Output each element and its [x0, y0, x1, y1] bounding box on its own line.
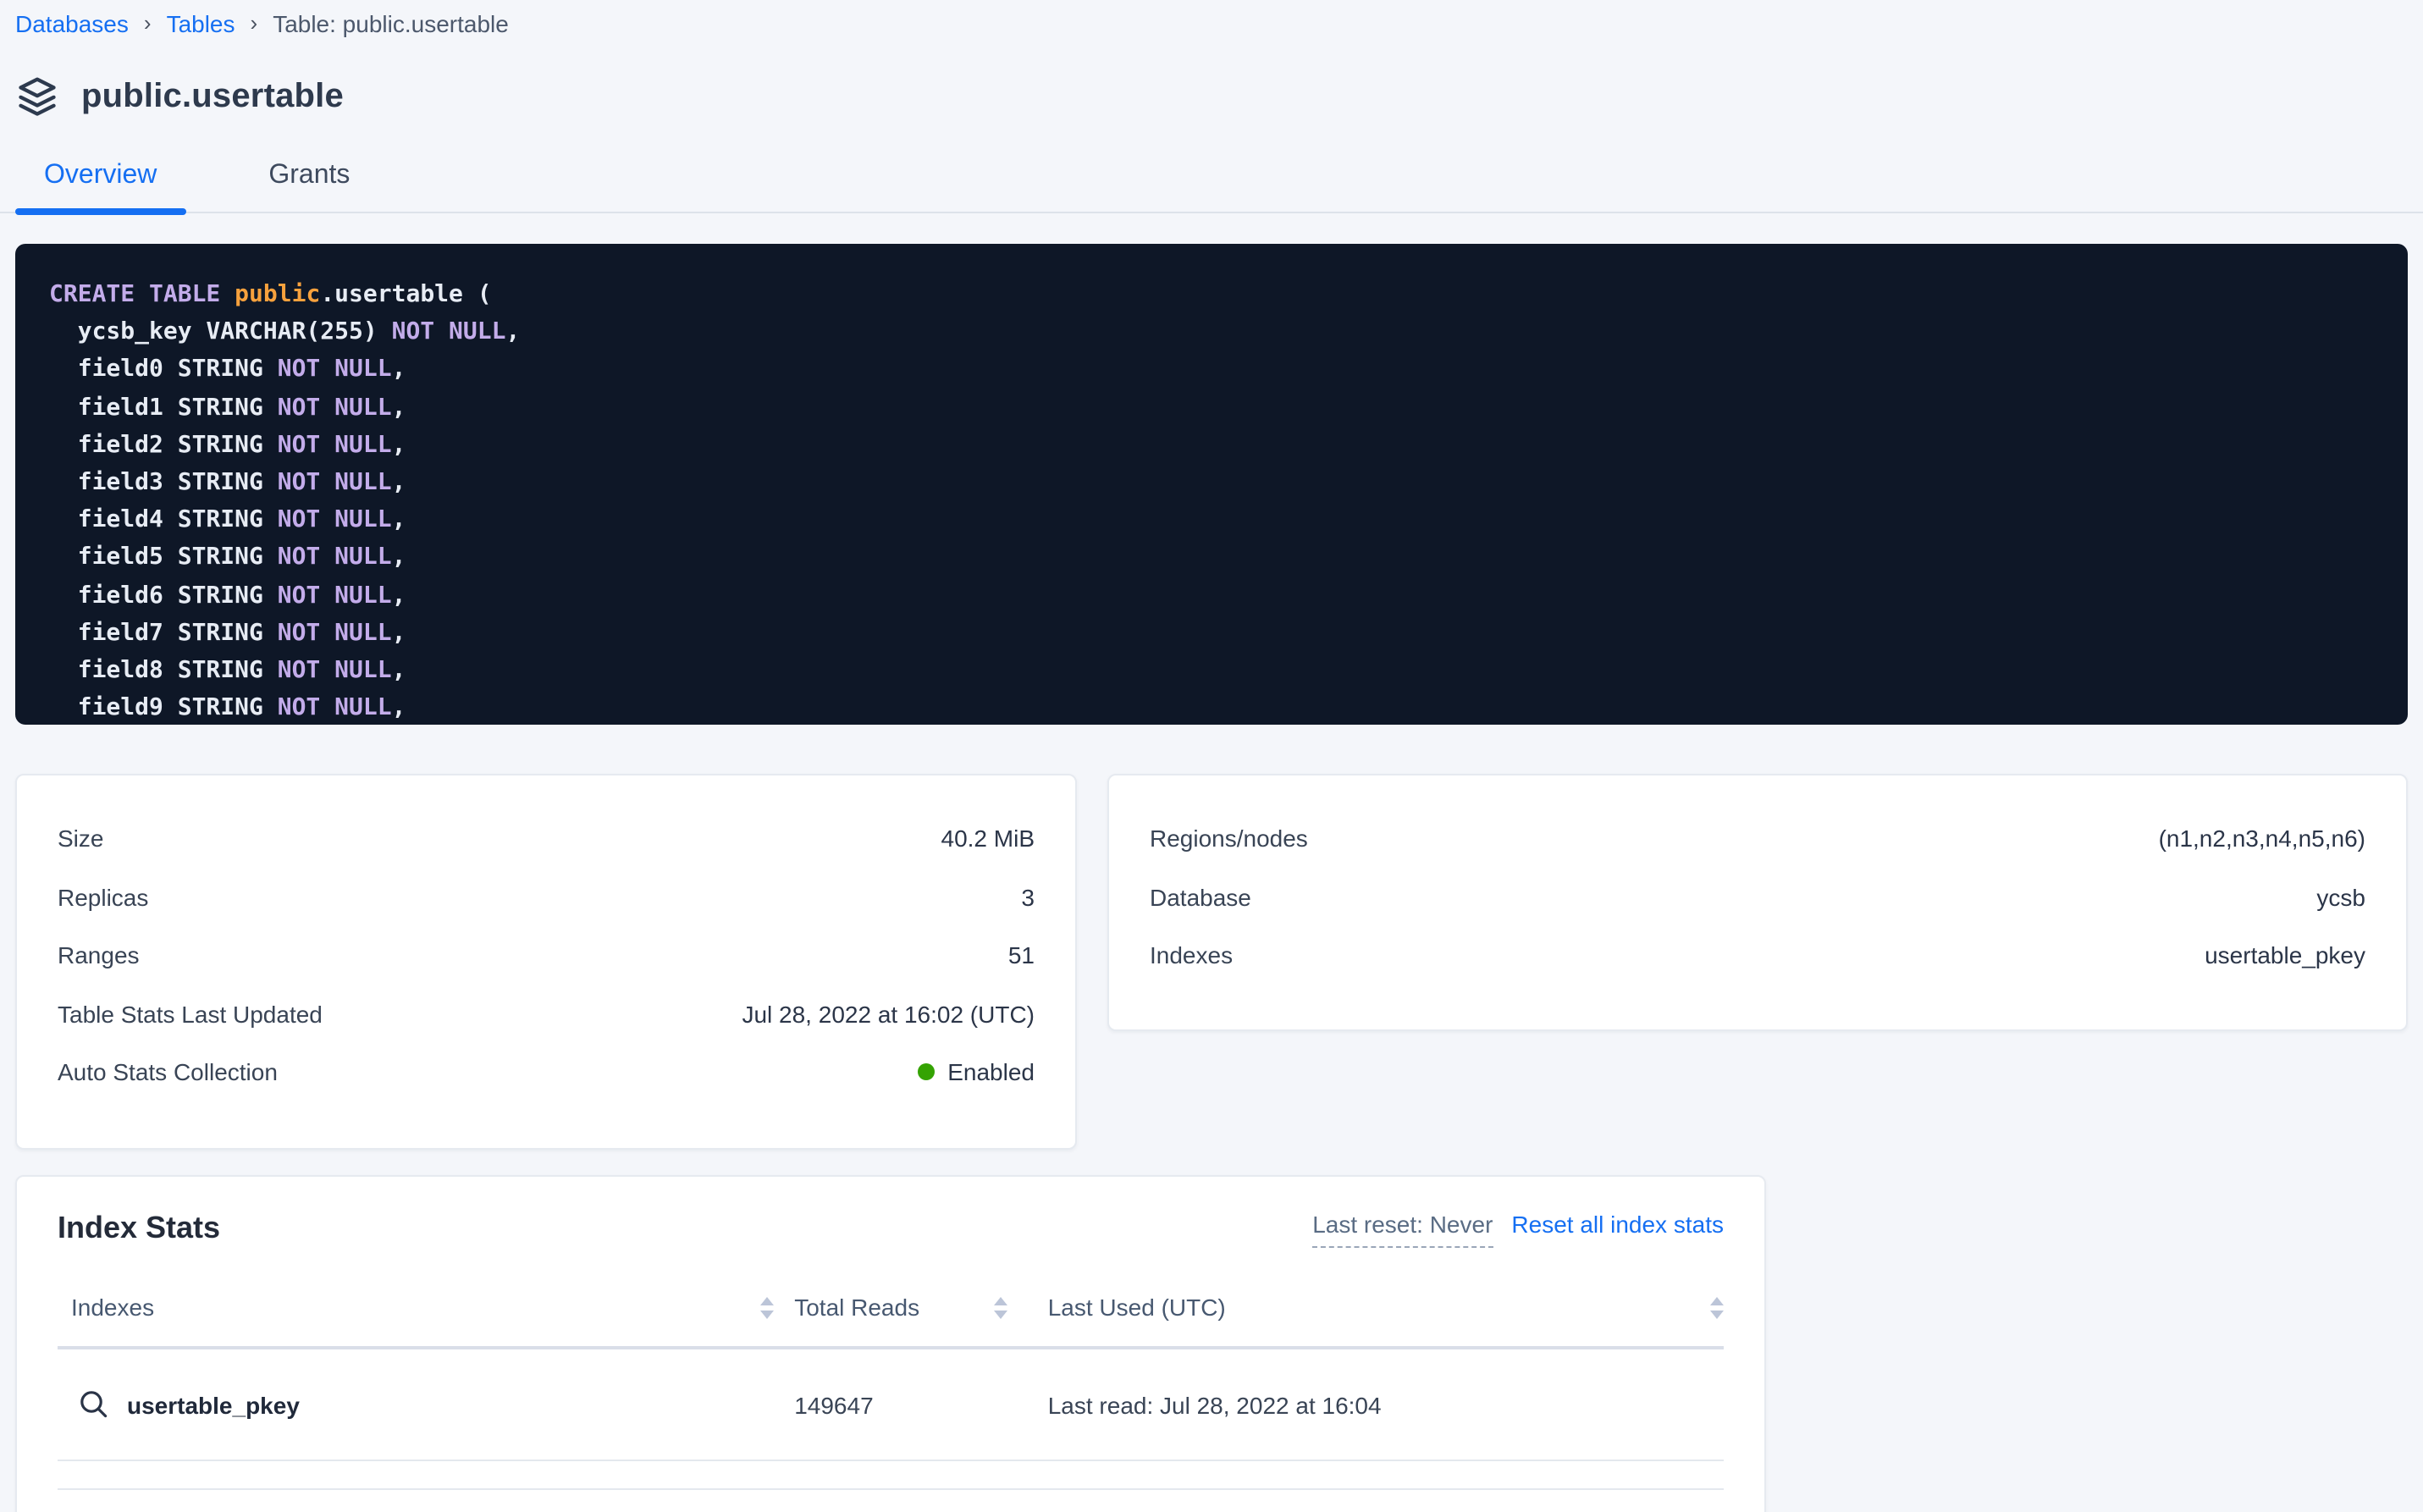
page-title: public.usertable [81, 77, 344, 116]
stat-label: Regions/nodes [1150, 825, 1308, 853]
stat-label: Replicas [58, 884, 148, 911]
stat-row-database: Database ycsb [1150, 868, 2365, 926]
stat-value: usertable_pkey [2205, 942, 2365, 969]
last-used-cell: Last read: Jul 28, 2022 at 16:04 [1007, 1391, 1724, 1418]
status-badge: Enabled [917, 1059, 1035, 1086]
code-line: field2 STRING NOT NULL, [49, 427, 2374, 464]
stat-row-replicas: Replicas 3 [58, 868, 1035, 926]
stat-row-auto-stats: Auto Stats Collection Enabled [58, 1043, 1035, 1101]
stat-label: Indexes [1150, 942, 1233, 969]
breadcrumb-link-databases[interactable]: Databases [15, 10, 129, 37]
index-stats-header: Index Stats Last reset: Never Reset all … [58, 1211, 1724, 1248]
breadcrumb-separator-icon: › [235, 10, 273, 37]
reset-all-index-stats-link[interactable]: Reset all index stats [1511, 1211, 1724, 1238]
table-header-row: Indexes Total Reads Last Used (UTC) [58, 1268, 1724, 1349]
code-line: field4 STRING NOT NULL, [49, 501, 2374, 538]
code-line: ycsb_key VARCHAR(255) NOT NULL, [49, 313, 2374, 350]
stat-row-size: Size 40.2 MiB [58, 809, 1035, 868]
table-details-card: Regions/nodes (n1,n2,n3,n4,n5,n6) Databa… [1107, 774, 2408, 1031]
breadcrumb-separator-icon: › [129, 10, 167, 37]
sort-icon[interactable] [994, 1296, 1007, 1318]
index-name-cell[interactable]: usertable_pkey [58, 1388, 774, 1421]
create-table-statement: CREATE TABLE public.usertable ( ycsb_key… [15, 244, 2408, 725]
table-details-page: Databases › Tables › Table: public.usert… [0, 0, 2423, 1512]
column-header-last-used[interactable]: Last Used (UTC) [1007, 1294, 1724, 1321]
stat-row-stats-updated: Table Stats Last Updated Jul 28, 2022 at… [58, 985, 1035, 1043]
sort-icon[interactable] [1710, 1296, 1724, 1318]
column-header-label: Indexes [71, 1294, 154, 1321]
code-line: field7 STRING NOT NULL, [49, 615, 2374, 652]
tab-overview[interactable]: Overview [15, 147, 185, 213]
stat-value: 51 [1008, 942, 1035, 969]
search-icon [78, 1388, 110, 1421]
stat-value: 40.2 MiB [941, 825, 1035, 853]
stat-row-regions: Regions/nodes (n1,n2,n3,n4,n5,n6) [1150, 809, 2365, 868]
stat-label: Database [1150, 884, 1251, 911]
stat-row-indexes: Indexes usertable_pkey [1150, 926, 2365, 985]
code-line: field9 STRING NOT NULL, [49, 689, 2374, 725]
stat-value: (n1,n2,n3,n4,n5,n6) [2159, 825, 2365, 853]
tab-grants[interactable]: Grants [240, 147, 378, 213]
last-reset-label[interactable]: Last reset: Never [1312, 1211, 1493, 1248]
status-dot [917, 1064, 934, 1081]
tab-bar: Overview Grants [15, 147, 2408, 213]
overview-cards: Size 40.2 MiB Replicas 3 Ranges 51 Table… [15, 774, 2408, 1150]
table-row[interactable]: usertable_pkey 149647 Last read: Jul 28,… [58, 1349, 1724, 1461]
stat-value: Jul 28, 2022 at 16:02 (UTC) [742, 1001, 1035, 1028]
code-line: field1 STRING NOT NULL, [49, 389, 2374, 426]
total-reads-cell: 149647 [774, 1391, 1007, 1418]
stat-label: Auto Stats Collection [58, 1059, 278, 1086]
code-line: field8 STRING NOT NULL, [49, 652, 2374, 689]
stat-label: Ranges [58, 942, 140, 969]
stat-value: 3 [1021, 884, 1035, 911]
code-line: field3 STRING NOT NULL, [49, 464, 2374, 501]
sort-icon[interactable] [760, 1296, 774, 1318]
index-name[interactable]: usertable_pkey [127, 1391, 300, 1418]
breadcrumb: Databases › Tables › Table: public.usert… [15, 0, 2408, 37]
index-stats-card: Index Stats Last reset: Never Reset all … [15, 1175, 1766, 1512]
column-header-total-reads[interactable]: Total Reads [774, 1294, 1007, 1321]
index-stats-title: Index Stats [58, 1211, 220, 1246]
stack-icon [15, 74, 59, 119]
column-header-label: Total Reads [794, 1294, 919, 1321]
table-footer-divider [58, 1461, 1724, 1490]
page-header: public.usertable [15, 74, 2408, 119]
index-stats-actions: Last reset: Never Reset all index stats [1312, 1211, 1724, 1248]
stat-label: Table Stats Last Updated [58, 1001, 323, 1028]
column-header-label: Last Used (UTC) [1048, 1294, 1226, 1321]
stat-row-ranges: Ranges 51 [58, 926, 1035, 985]
code-line: field0 STRING NOT NULL, [49, 351, 2374, 389]
column-header-indexes[interactable]: Indexes [58, 1294, 774, 1321]
stat-value: Enabled [947, 1059, 1035, 1086]
index-stats-table: Indexes Total Reads Last Used (UTC) [58, 1268, 1724, 1490]
code-line: CREATE TABLE public.usertable ( [49, 276, 2374, 313]
stat-label: Size [58, 825, 103, 853]
code-line: field6 STRING NOT NULL, [49, 577, 2374, 614]
breadcrumb-current: Table: public.usertable [273, 10, 509, 37]
stat-value: ycsb [2316, 884, 2365, 911]
table-stats-card: Size 40.2 MiB Replicas 3 Ranges 51 Table… [15, 774, 1077, 1150]
code-line: field5 STRING NOT NULL, [49, 539, 2374, 577]
breadcrumb-link-tables[interactable]: Tables [167, 10, 235, 37]
